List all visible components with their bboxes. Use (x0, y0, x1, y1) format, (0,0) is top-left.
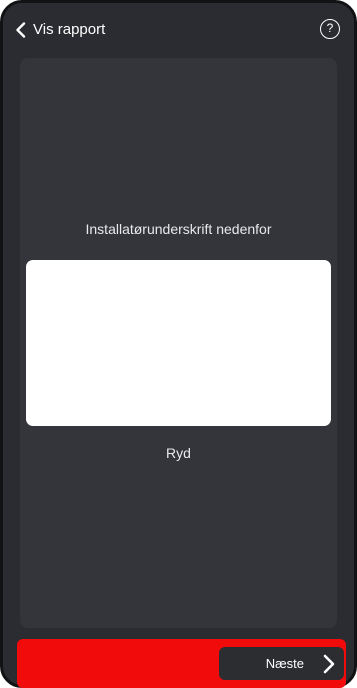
signature-pad[interactable] (26, 260, 331, 426)
chevron-right-icon (323, 654, 335, 673)
next-label: Næste (265, 656, 304, 671)
question-mark-icon: ? (326, 21, 334, 35)
app-screen: Vis rapport ? Installatørunderskrift ned… (0, 0, 357, 688)
next-button[interactable]: Næste (219, 647, 344, 680)
chevron-left-icon (16, 21, 26, 38)
footer-bar: Næste (17, 639, 346, 688)
help-button[interactable]: ? (320, 19, 340, 39)
clear-button[interactable]: Ryd (20, 445, 337, 461)
nav-bar: Vis rapport ? (3, 3, 354, 57)
signature-panel: Installatørunderskrift nedenfor Ryd (20, 58, 337, 628)
back-button[interactable]: Vis rapport (15, 21, 105, 38)
back-label: Vis rapport (33, 21, 106, 38)
signature-prompt: Installatørunderskrift nedenfor (85, 221, 272, 237)
